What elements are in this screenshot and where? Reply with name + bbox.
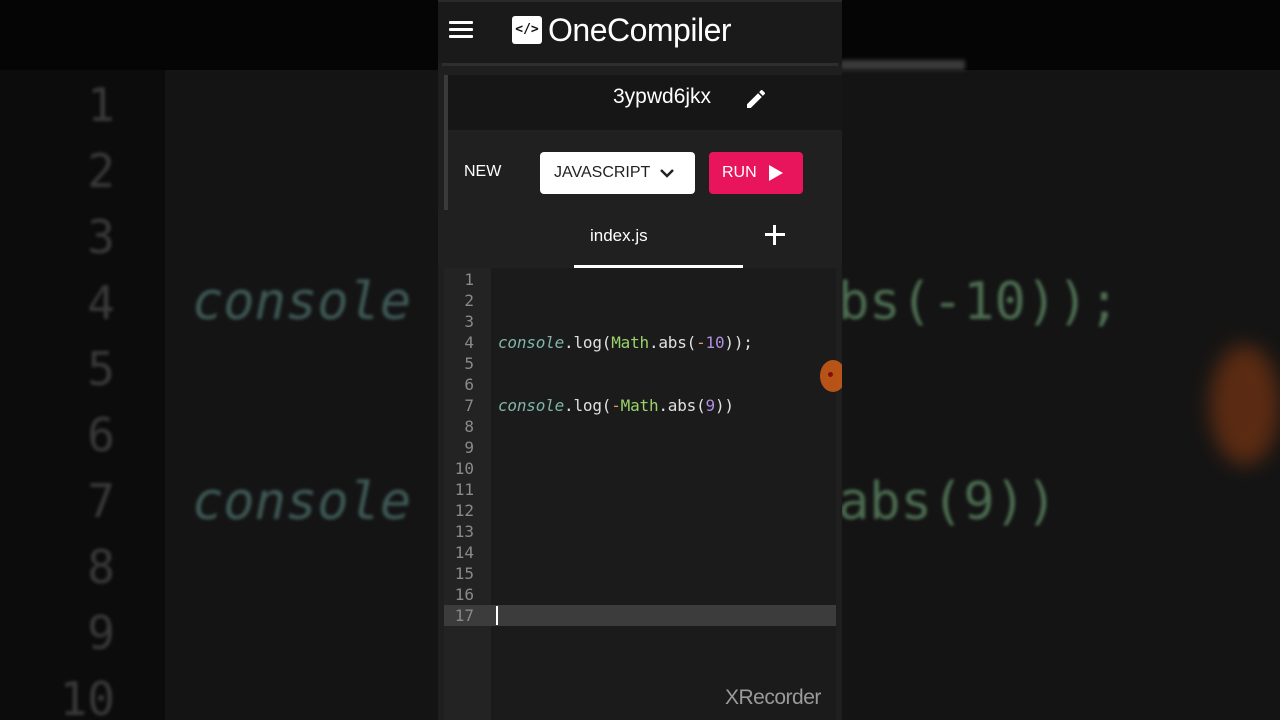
background-code-fragment: console xyxy=(192,472,412,532)
run-button[interactable]: RUN xyxy=(709,152,803,194)
tab-index-js[interactable]: index.js xyxy=(574,210,743,268)
background-code-fragment: console xyxy=(192,272,412,332)
background-line-number: 3 xyxy=(87,210,115,264)
tab-label: index.js xyxy=(590,226,648,245)
line-number: 16 xyxy=(454,585,474,604)
new-button[interactable]: NEW xyxy=(464,163,501,181)
run-button-label: RUN xyxy=(722,164,757,181)
background-line-number: 10 xyxy=(59,672,115,720)
line-number: 5 xyxy=(464,354,474,373)
line-number: 4 xyxy=(464,333,474,352)
project-name[interactable]: 3ypwd6jkx xyxy=(613,85,711,109)
line-number: 3 xyxy=(464,312,474,331)
line-number: 12 xyxy=(454,501,474,520)
recorder-watermark: XRecorder xyxy=(725,686,821,709)
app-header: </> OneCompiler xyxy=(438,0,842,63)
background-line-number: 4 xyxy=(87,276,115,330)
line-number: 17 xyxy=(454,606,474,625)
logo-icon: </> xyxy=(512,16,542,44)
language-select[interactable]: JAVASCRIPT xyxy=(540,152,695,194)
app-name[interactable]: OneCompiler xyxy=(548,12,732,49)
line-number: 13 xyxy=(454,522,474,541)
line-number: 7 xyxy=(464,396,474,415)
line-number: 1 xyxy=(464,270,474,289)
line-number: 2 xyxy=(464,291,474,310)
play-icon xyxy=(769,165,783,181)
code-token: .log( xyxy=(564,333,612,352)
file-tabs: index.js xyxy=(438,210,842,268)
chevron-down-icon xyxy=(660,169,674,178)
code-token: 10 xyxy=(705,333,725,352)
code-token: - xyxy=(696,333,706,352)
background-bar xyxy=(840,60,965,70)
code-line: console.log(-Math.abs(9)) xyxy=(498,396,734,415)
background-line-number: 1 xyxy=(87,78,115,132)
project-title-bar: 3ypwd6jkx xyxy=(444,75,842,130)
code-token: )); xyxy=(724,333,753,352)
line-number: 8 xyxy=(464,417,474,436)
code-token: .abs( xyxy=(648,333,697,352)
edit-pencil-icon[interactable] xyxy=(744,87,768,111)
menu-icon[interactable] xyxy=(449,21,473,39)
background-line-number: 6 xyxy=(87,408,115,462)
line-number: 11 xyxy=(454,480,474,499)
background-code-fragment: bs(-10)); xyxy=(838,272,1120,332)
code-token: - xyxy=(611,396,621,415)
background-line-number: 9 xyxy=(87,606,115,660)
line-number: 10 xyxy=(454,459,474,478)
code-token: 9 xyxy=(705,396,716,415)
add-file-icon[interactable] xyxy=(764,224,786,246)
code-token: .log( xyxy=(564,396,612,415)
code-token: )) xyxy=(714,396,734,415)
code-token: Math xyxy=(611,333,649,352)
background-line-number: 8 xyxy=(87,540,115,594)
language-select-value: JAVASCRIPT xyxy=(554,164,651,181)
active-line-highlight xyxy=(444,605,836,626)
background-code-fragment: abs(9)) xyxy=(838,472,1058,532)
floating-touch-indicator xyxy=(820,360,842,392)
phone-screen: </> OneCompiler 3ypwd6jkx NEW JAVASCRIPT… xyxy=(438,0,842,720)
background-line-number: 2 xyxy=(87,144,115,198)
code-editor[interactable]: 1 2 3 4 5 6 7 8 9 10 11 12 13 14 15 16 17 console.log(Ma… xyxy=(444,268,836,720)
code-token: .abs( xyxy=(658,396,706,415)
background-line-number: 7 xyxy=(87,474,115,528)
line-number: 6 xyxy=(464,375,474,394)
line-number: 9 xyxy=(464,438,474,457)
code-token: console xyxy=(498,396,565,415)
code-token: console xyxy=(498,333,565,352)
toolbar: NEW JAVASCRIPT RUN xyxy=(444,130,842,210)
text-cursor xyxy=(496,606,498,625)
line-number: 14 xyxy=(454,543,474,562)
background-blob xyxy=(1210,345,1280,465)
code-line: console.log(Math.abs(-10)); xyxy=(498,333,753,352)
background-line-number: 5 xyxy=(87,342,115,396)
line-number: 15 xyxy=(454,564,474,583)
header-divider xyxy=(442,63,838,66)
code-token: Math xyxy=(620,396,659,415)
